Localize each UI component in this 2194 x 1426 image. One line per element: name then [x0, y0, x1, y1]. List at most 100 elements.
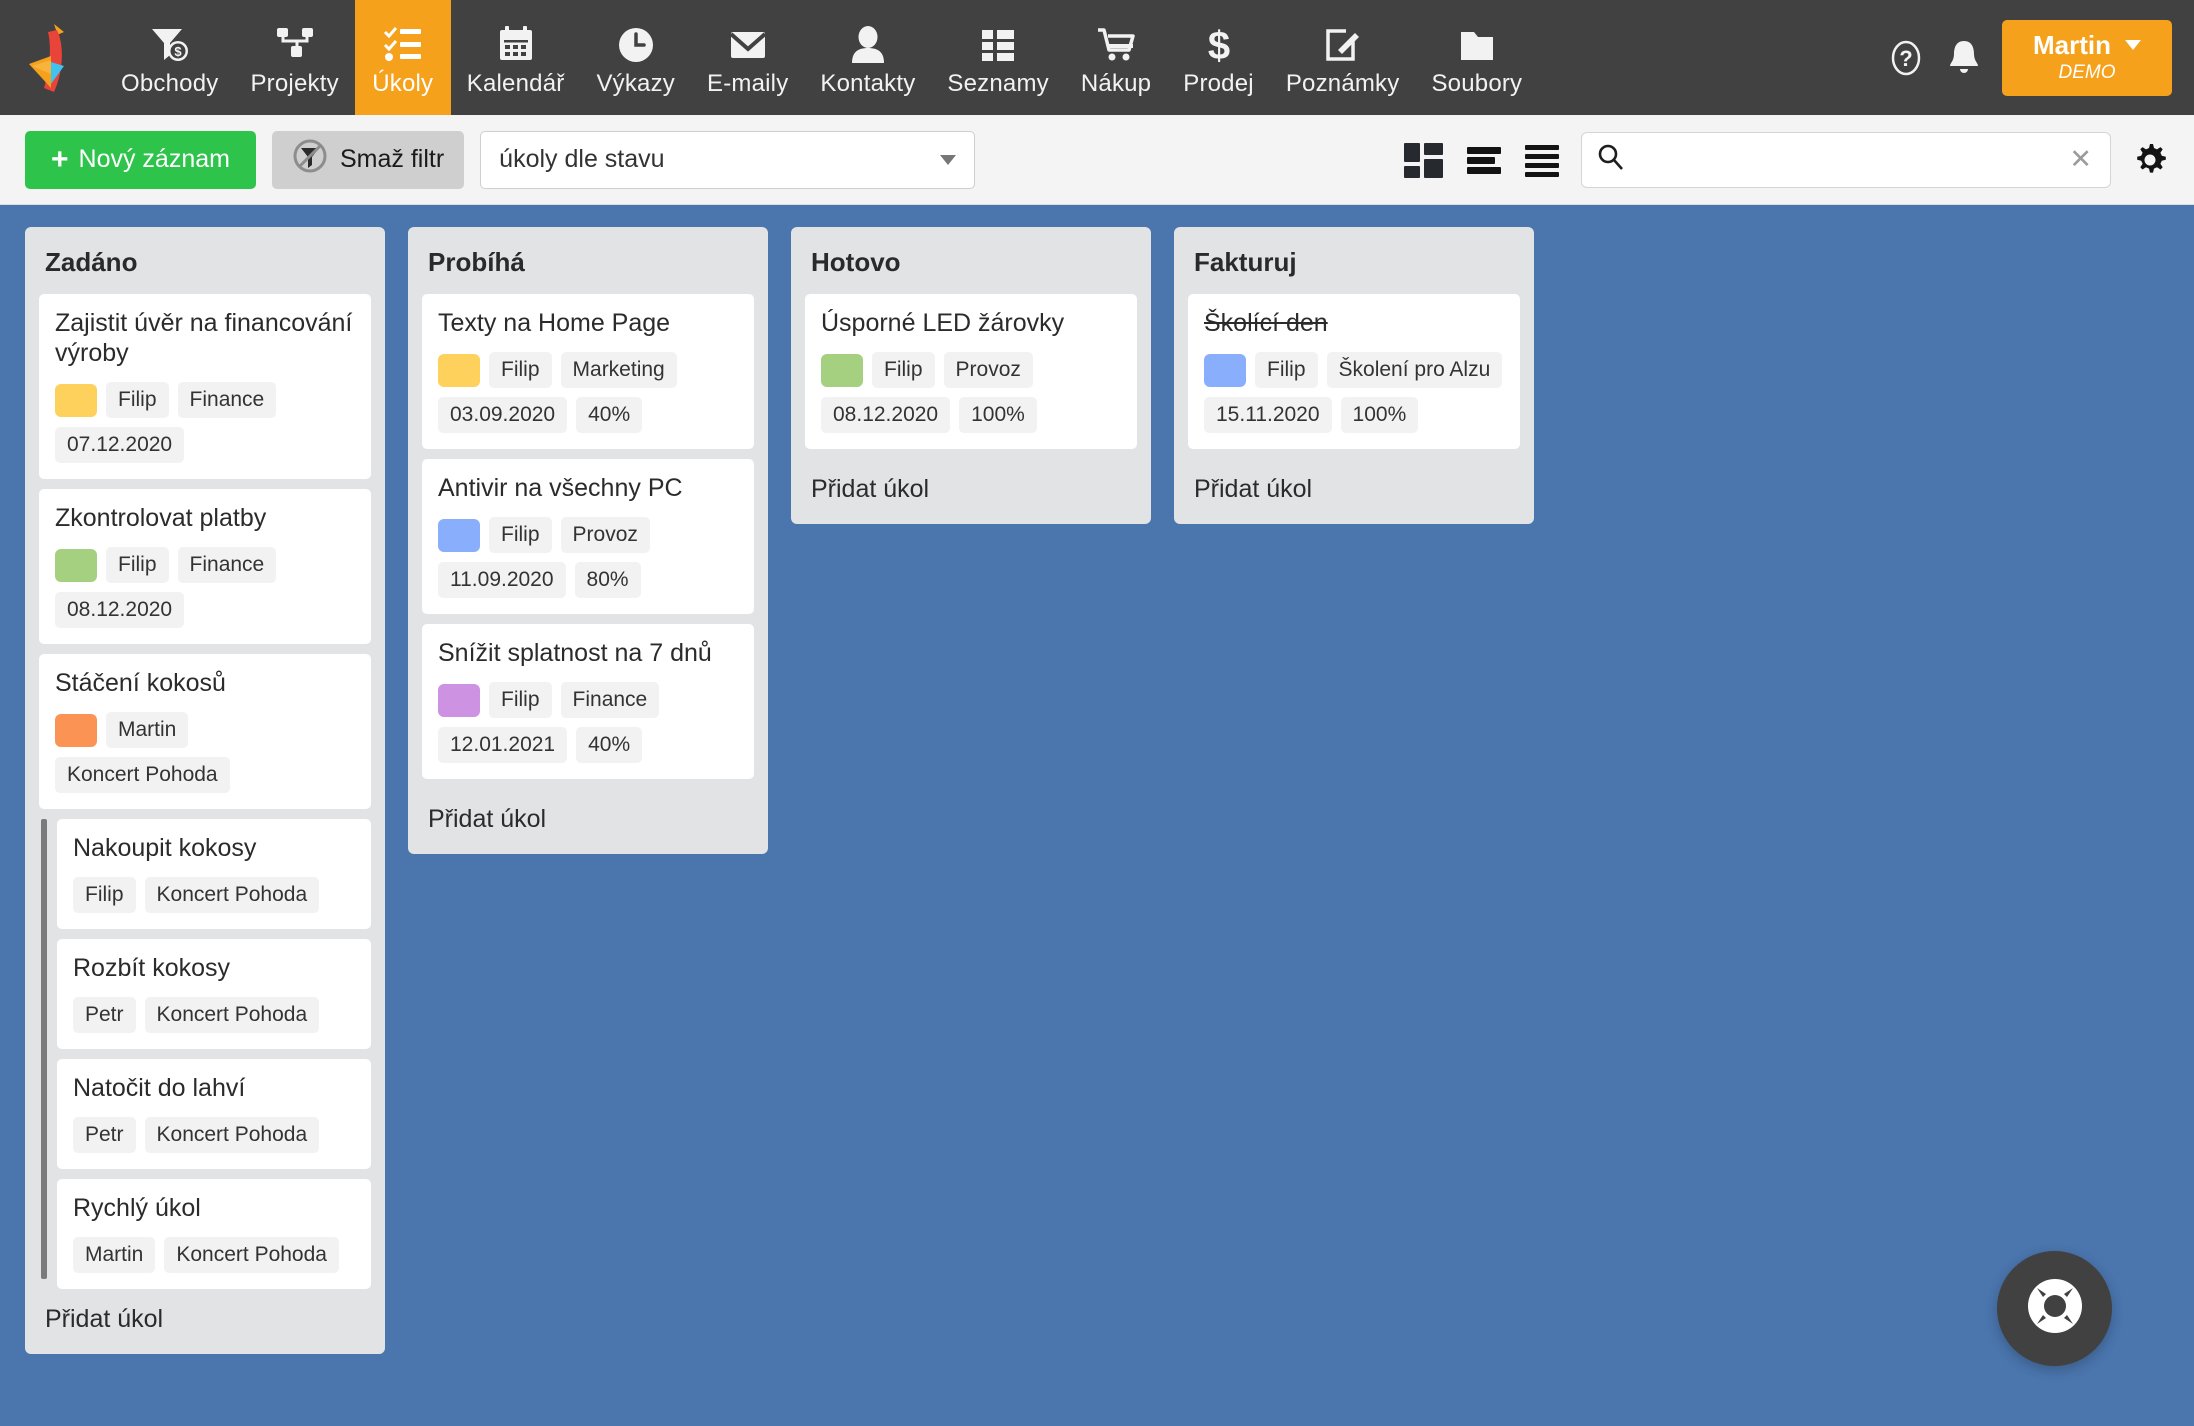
nav-item-label: Kalendář	[466, 69, 565, 97]
task-card[interactable]: Snížit splatnost na 7 dnů Filip Finance …	[422, 624, 754, 779]
task-date-tag: 11.09.2020	[438, 562, 566, 598]
nav-item-poznamky[interactable]: Poznámky	[1270, 0, 1416, 115]
kanban-view-icon[interactable]	[1403, 141, 1445, 179]
task-progress-tag: 40%	[576, 397, 643, 433]
task-title: Nakoupit kokosy	[73, 834, 257, 862]
task-meta: Filip Školení pro Alzu 15.11.2020 100%	[1204, 352, 1504, 433]
task-meta: Filip Finance 08.12.2020	[55, 547, 355, 628]
task-card[interactable]: Stáčení kokosů Martin Koncert Pohoda	[39, 654, 371, 809]
task-card[interactable]: Natočit do lahví Petr Koncert Pohoda	[57, 1059, 371, 1169]
task-category-tag: Koncert Pohoda	[144, 877, 320, 913]
nav-item-vykazy[interactable]: Výkazy	[580, 0, 691, 115]
task-card[interactable]: Rychlý úkol Martin Koncert Pohoda	[57, 1179, 371, 1289]
add-task-button[interactable]: Přidat úkol	[39, 1289, 371, 1354]
svg-text:$: $	[1207, 26, 1229, 64]
nav-right-actions: ? Martin DEMO	[1886, 0, 2194, 115]
bell-icon[interactable]	[1944, 38, 1984, 78]
search-box[interactable]: ✕	[1581, 131, 2111, 188]
toolbar-right: ✕	[1403, 131, 2169, 188]
task-color-swatch	[438, 353, 480, 387]
nav-item-label: Obchody	[121, 69, 219, 97]
lifebuoy-help-icon	[2024, 1275, 2086, 1342]
nav-item-prodej[interactable]: $ Prodej	[1167, 0, 1270, 115]
nav-item-label: Seznamy	[947, 69, 1049, 97]
column-title: Hotovo	[811, 247, 901, 277]
add-task-button[interactable]: Přidat úkol	[1188, 459, 1520, 524]
task-card[interactable]: Zajistit úvěr na financování výroby Fili…	[39, 294, 371, 479]
task-date-tag: 08.12.2020	[55, 592, 185, 628]
question-circle-icon[interactable]: ?	[1886, 38, 1926, 78]
detail-list-view-icon[interactable]	[1523, 141, 1561, 179]
filter-off-icon	[292, 138, 328, 181]
task-category-tag: Školení pro Alzu	[1326, 352, 1503, 388]
task-color-swatch	[821, 353, 863, 387]
subtask-group-indicator	[41, 819, 47, 1279]
task-assignee-tag: Petr	[73, 997, 136, 1033]
task-title: Antivir na všechny PC	[438, 474, 683, 502]
nav-items: $ Obchody Projekty Úkoly Kalendář Výkazy…	[105, 0, 1538, 115]
task-category-tag: Koncert Pohoda	[55, 757, 230, 793]
user-menu-button[interactable]: Martin DEMO	[2002, 19, 2172, 96]
gear-icon[interactable]	[2131, 141, 2169, 179]
nav-item-projekty[interactable]: Projekty	[234, 0, 354, 115]
new-record-label: Nový záznam	[78, 145, 230, 173]
clear-search-icon[interactable]: ✕	[2065, 146, 2096, 173]
task-progress-tag: 100%	[959, 397, 1037, 433]
task-category-tag: Koncert Pohoda	[144, 997, 320, 1033]
bird-logo-icon	[28, 23, 64, 92]
nav-item-obchody[interactable]: $ Obchody	[105, 0, 234, 115]
task-assignee-tag: Filip	[489, 352, 552, 388]
task-card[interactable]: Texty na Home Page Filip Marketing 03.09…	[422, 294, 754, 449]
task-progress-tag: 40%	[576, 727, 643, 763]
column-title: Probíhá	[428, 247, 525, 277]
list-view-icon[interactable]	[1465, 141, 1503, 179]
task-card[interactable]: Antivir na všechny PC Filip Provoz 11.09…	[422, 459, 754, 614]
svg-text:?: ?	[1899, 46, 1912, 71]
svg-text:$: $	[174, 44, 182, 59]
search-input[interactable]	[1634, 145, 2056, 174]
nav-item-kontakty[interactable]: Kontakty	[804, 0, 931, 115]
nav-item-label: Nákup	[1080, 69, 1152, 97]
grid-list-icon	[978, 18, 1018, 64]
subtask-list: Nakoupit kokosy Filip Koncert Pohoda Roz…	[57, 819, 371, 1289]
view-select[interactable]: úkoly dle stavu	[480, 130, 976, 189]
task-card[interactable]: Úsporné LED žárovky Filip Provoz 08.12.2…	[805, 294, 1137, 449]
envelope-icon	[728, 18, 768, 64]
help-support-button[interactable]	[1997, 1251, 2112, 1366]
task-assignee-tag: Filip	[106, 382, 169, 418]
kanban-board: Zadáno Zajistit úvěr na financování výro…	[0, 205, 2194, 1426]
column-title: Fakturuj	[1194, 247, 1297, 277]
task-title: Rychlý úkol	[73, 1194, 201, 1222]
nav-item-nakup[interactable]: Nákup	[1065, 0, 1167, 115]
task-card[interactable]: Nakoupit kokosy Filip Koncert Pohoda	[57, 819, 371, 929]
task-meta: Martin Koncert Pohoda	[73, 1237, 355, 1273]
app-logo[interactable]	[0, 0, 105, 115]
task-meta: Filip Provoz 08.12.2020 100%	[821, 352, 1121, 433]
task-title: Natočit do lahví	[73, 1074, 246, 1102]
nav-item-soubory[interactable]: Soubory	[1415, 0, 1538, 115]
search-icon	[1596, 143, 1624, 176]
nav-item-label: Poznámky	[1285, 69, 1400, 97]
task-color-swatch	[1204, 353, 1246, 387]
nav-item-label: E-maily	[707, 69, 789, 97]
task-assignee-tag: Filip	[489, 682, 552, 718]
add-task-button[interactable]: Přidat úkol	[805, 459, 1137, 524]
app-root: $ Obchody Projekty Úkoly Kalendář Výkazy…	[0, 0, 2194, 1426]
nav-item-label: Výkazy	[596, 69, 675, 97]
task-title: Zkontrolovat platby	[55, 504, 267, 532]
task-card[interactable]: Rozbít kokosy Petr Koncert Pohoda	[57, 939, 371, 1049]
nav-item-seznamy[interactable]: Seznamy	[931, 0, 1064, 115]
board-column-zadano: Zadáno Zajistit úvěr na financování výro…	[25, 227, 385, 1354]
calendar-icon	[496, 18, 536, 64]
nav-item-emaily[interactable]: E-maily	[691, 0, 804, 115]
task-card[interactable]: Školící den Filip Školení pro Alzu 15.11…	[1188, 294, 1520, 449]
nav-item-kalendar[interactable]: Kalendář	[451, 0, 581, 115]
nav-item-label: Soubory	[1431, 69, 1523, 97]
new-record-button[interactable]: + Nový záznam	[25, 130, 256, 189]
task-card[interactable]: Zkontrolovat platby Filip Finance 08.12.…	[39, 489, 371, 644]
clear-filter-button[interactable]: Smaž filtr	[271, 130, 465, 189]
subtask-group: Nakoupit kokosy Filip Koncert Pohoda Roz…	[39, 819, 371, 1289]
add-task-button[interactable]: Přidat úkol	[422, 789, 754, 854]
task-meta: Petr Koncert Pohoda	[73, 1117, 355, 1153]
nav-item-ukoly[interactable]: Úkoly	[354, 0, 451, 115]
